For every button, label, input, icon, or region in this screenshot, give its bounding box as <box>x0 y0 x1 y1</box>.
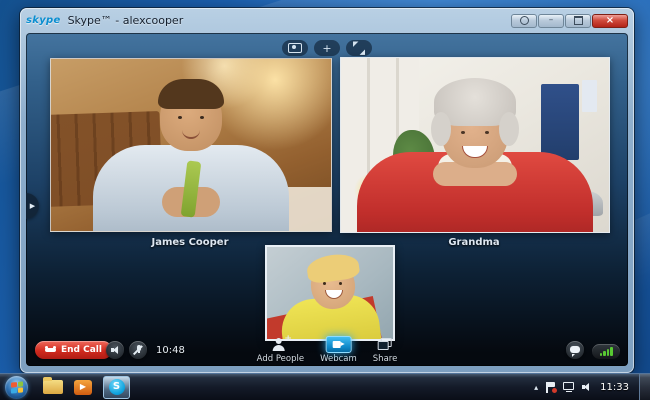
close-button[interactable]: × <box>592 13 628 28</box>
explorer-taskbar-button[interactable] <box>43 377 63 394</box>
signal-bar <box>599 353 602 356</box>
video-feed-grandma[interactable] <box>340 57 610 233</box>
speaker-icon <box>110 346 120 354</box>
fullscreen-button[interactable] <box>346 40 372 56</box>
grandma-eye <box>461 131 465 134</box>
show-desktop-button[interactable] <box>639 374 650 400</box>
play-icon: ▶ <box>79 382 87 391</box>
system-tray: ▴ 11:33 <box>534 374 650 400</box>
self-view-video[interactable] <box>265 245 395 341</box>
taskbar-items: ▶ S <box>43 375 130 399</box>
end-call-button[interactable]: End Call <box>35 341 112 359</box>
skype-logo-icon: skype <box>26 15 61 26</box>
webcam-label: Webcam <box>320 354 357 364</box>
windows-logo-icon <box>10 380 23 394</box>
james-hair <box>158 79 224 109</box>
alert-dot <box>552 387 558 393</box>
video-feed-james-cooper[interactable] <box>50 58 332 232</box>
window-title: Skype™ - alexcooper <box>67 14 184 27</box>
close-icon: × <box>605 14 615 26</box>
signal-bar <box>606 349 609 356</box>
minimize-icon: – <box>548 15 554 25</box>
add-to-call-button[interactable]: + <box>314 40 340 56</box>
grandma-hair <box>431 112 451 146</box>
call-duration: 10:48 <box>156 345 185 356</box>
restore-icon <box>573 16 583 25</box>
snapshot-button[interactable] <box>282 40 308 56</box>
hangup-phone-icon <box>45 346 56 352</box>
grandma-hair <box>499 112 519 146</box>
skype-taskbar-button-active[interactable]: S <box>103 375 130 399</box>
share-screens-icon <box>378 338 393 350</box>
add-person-icon: + <box>272 334 292 351</box>
minimize-button[interactable]: – <box>538 13 564 28</box>
james-eye <box>178 116 182 119</box>
taskbar-clock[interactable]: 11:33 <box>600 382 629 393</box>
skype-window: skype Skype™ - alexcooper – × + ▶ <box>20 8 634 373</box>
call-toolbar: End Call 10:48 + Add People Webcam Share <box>26 334 628 366</box>
plus-icon: + <box>322 41 332 55</box>
fullscreen-icon <box>353 41 365 56</box>
end-call-label: End Call <box>61 345 102 355</box>
signal-bar <box>610 347 613 356</box>
titlebar[interactable]: skype Skype™ - alexcooper – × <box>20 8 634 33</box>
volume-icon[interactable] <box>582 382 592 392</box>
boy-eye <box>339 282 342 285</box>
skype-icon: S <box>108 379 125 395</box>
contact-list-expand-handle[interactable]: ▶ <box>26 193 39 219</box>
plus-badge-icon: + <box>284 333 292 344</box>
call-actions: + Add People Webcam Share <box>256 334 398 365</box>
gear-icon <box>519 16 529 25</box>
windows-taskbar: ▶ S ▴ 11:33 <box>0 373 650 400</box>
start-button[interactable] <box>5 375 28 399</box>
signal-bar <box>603 351 606 356</box>
window-menu-button[interactable] <box>511 13 537 28</box>
wall-paper-sheet <box>582 80 597 112</box>
chat-button[interactable] <box>566 341 584 359</box>
grandma-eye <box>485 131 489 134</box>
window-controls: – × <box>511 13 628 28</box>
video-camera-icon <box>332 340 345 348</box>
james-eye <box>200 116 204 119</box>
show-hidden-icons-button[interactable]: ▴ <box>534 383 538 392</box>
call-quality-button[interactable] <box>592 344 620 359</box>
mute-microphone-button[interactable] <box>129 341 147 359</box>
network-icon[interactable] <box>563 382 575 392</box>
call-stage: + ▶ James Cooper <box>26 33 628 366</box>
restore-button[interactable] <box>565 13 591 28</box>
speaker-volume-button[interactable] <box>106 341 124 359</box>
wall-calendar <box>541 84 579 160</box>
webcam-toggle-button[interactable]: Webcam <box>320 335 357 364</box>
boy-eye <box>323 282 326 285</box>
webcam-active-icon <box>325 335 352 353</box>
add-people-label: Add People <box>256 354 305 364</box>
chat-bubble-icon <box>570 345 580 357</box>
share-button[interactable]: Share <box>372 336 398 364</box>
action-center-flag-icon[interactable] <box>546 381 558 393</box>
camera-icon <box>288 43 302 53</box>
chevron-right-icon: ▶ <box>29 202 36 210</box>
share-label: Share <box>372 354 398 364</box>
call-top-controls: + <box>282 40 372 56</box>
add-people-button[interactable]: + Add People <box>256 334 305 365</box>
media-app-taskbar-button[interactable]: ▶ <box>74 379 92 395</box>
